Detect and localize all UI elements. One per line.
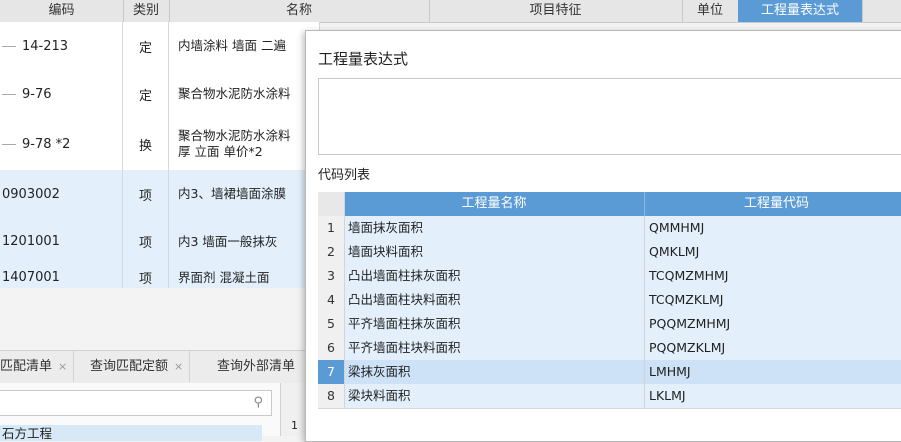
search-input[interactable]: ⚲ bbox=[0, 390, 272, 416]
quantity-code: PQQMZKLMJ bbox=[649, 340, 726, 355]
header-type[interactable]: 类别 bbox=[123, 0, 170, 22]
header-quantity-expression[interactable]: 工程量表达式 bbox=[738, 0, 863, 22]
tab-label: 查询匹配定额 bbox=[90, 359, 169, 374]
code-text: 9-76 bbox=[22, 86, 52, 102]
quantity-name: 墙面抹灰面积 bbox=[344, 216, 645, 240]
quantity-name: 平齐墙面柱抹灰面积 bbox=[344, 312, 645, 336]
cell-type[interactable]: 定 bbox=[123, 70, 169, 118]
header-quantity-code[interactable]: 工程量代码 bbox=[645, 192, 901, 216]
tab-match-bill[interactable]: 匹配清单 × bbox=[0, 351, 75, 382]
table-row[interactable]: 9-78 *2 换聚合物水泥防水涂料厚 立面 单价*2 bbox=[0, 118, 320, 171]
tree-line bbox=[2, 143, 16, 145]
row-number: 5 bbox=[318, 312, 345, 336]
quantity-expression-dialog: 工程量表达式 代码列表 工程量名称 工程量代码 1 墙面抹灰面积 QMMHMJ 2 墙面… bbox=[305, 30, 901, 442]
code-text: 9-78 *2 bbox=[22, 136, 71, 152]
header-unit[interactable]: 单位 bbox=[682, 0, 739, 22]
quantity-code: PQQMZMHMJ bbox=[649, 316, 731, 331]
row-number: 8 bbox=[318, 384, 345, 408]
name-line: 厚 立面 单价*2 bbox=[178, 144, 263, 159]
row-number: 7 bbox=[318, 360, 345, 384]
tab-label: 匹配清单 bbox=[0, 359, 53, 374]
quantity-code: LKLMJ bbox=[649, 388, 686, 403]
cell-type[interactable]: 项 bbox=[123, 218, 169, 265]
cell-type[interactable]: 项 bbox=[123, 265, 169, 290]
grid-header: 编码 类别 名称 项目特征 单位 工程量表达式 bbox=[0, 0, 901, 23]
header-quantity-name[interactable]: 工程量名称 bbox=[344, 192, 645, 216]
cell-name[interactable]: 内3、墙裙墙面涂膜 bbox=[169, 170, 320, 218]
row-number-header bbox=[318, 192, 345, 216]
header-feature[interactable]: 项目特征 bbox=[429, 0, 683, 22]
code-list-row[interactable]: 5 平齐墙面柱抹灰面积 PQQMZMHMJ bbox=[318, 312, 901, 337]
code-list-label: 代码列表 bbox=[318, 168, 371, 183]
grid-empty-area bbox=[0, 288, 310, 350]
code-list-row[interactable]: 4 凸出墙面柱块料面积 TCQMZKLMJ bbox=[318, 288, 901, 313]
row-number: 3 bbox=[318, 264, 345, 288]
code-list-row[interactable]: 7 梁抹灰面积 LMHMJ bbox=[318, 360, 901, 385]
quantity-code: QMKLMJ bbox=[649, 244, 700, 259]
row-number: 4 bbox=[318, 288, 345, 312]
cell-code[interactable]: 9-76 bbox=[0, 70, 123, 118]
table-row[interactable]: 0903002 项内3、墙裙墙面涂膜 bbox=[0, 170, 320, 219]
cell-name[interactable]: 内3 墙面一般抹灰 bbox=[169, 218, 320, 265]
quantity-name: 平齐墙面柱块料面积 bbox=[344, 336, 645, 360]
header-name[interactable]: 名称 bbox=[169, 0, 430, 22]
quantity-name: 梁抹灰面积 bbox=[344, 360, 645, 384]
row-number: 6 bbox=[318, 336, 345, 360]
code-list-row[interactable]: 1 墙面抹灰面积 QMMHMJ bbox=[318, 216, 901, 241]
quantity-code: QMMHMJ bbox=[649, 220, 705, 235]
cell-code[interactable]: 0903002 bbox=[0, 170, 123, 218]
tab-query-quota[interactable]: 查询匹配定额 × bbox=[84, 351, 191, 382]
dialog-title: 工程量表达式 bbox=[318, 50, 409, 68]
code-text: 1407001 bbox=[2, 270, 60, 285]
code-text: 0903002 bbox=[2, 186, 60, 202]
header-code[interactable]: 编码 bbox=[0, 0, 124, 22]
expression-input[interactable] bbox=[318, 78, 901, 155]
code-table-header: 工程量名称 工程量代码 bbox=[318, 192, 901, 216]
cell-name[interactable]: 聚合物水泥防水涂料厚 立面 单价*2 bbox=[169, 118, 320, 170]
tab-query-external-bill[interactable]: 查询外部清单 bbox=[211, 351, 301, 382]
table-row[interactable]: 14-213 定内墙涂料 墙面 二遍 bbox=[0, 22, 320, 71]
cell-name[interactable]: 界面剂 混凝土面 bbox=[169, 265, 320, 290]
cell-name[interactable]: 聚合物水泥防水涂料 bbox=[169, 70, 320, 118]
row-number: 2 bbox=[318, 240, 345, 264]
list-item[interactable]: 石方工程 bbox=[0, 425, 262, 441]
code-text: 14-213 bbox=[22, 38, 69, 54]
code-list-row[interactable]: 2 墙面块料面积 QMKLMJ bbox=[318, 240, 901, 265]
tree-line bbox=[2, 45, 16, 47]
cell-type[interactable]: 换 bbox=[123, 118, 169, 170]
quantity-name: 梁块料面积 bbox=[344, 384, 645, 408]
bottom-panel: ⚲ 石方工程 1 bbox=[0, 383, 310, 441]
quantity-code: LMHMJ bbox=[649, 364, 691, 379]
cell-type[interactable]: 项 bbox=[123, 170, 169, 218]
bottom-tab-bar: 匹配清单 × 查询匹配定额 × 查询外部清单 bbox=[0, 350, 310, 384]
quantity-name: 凸出墙面柱抹灰面积 bbox=[344, 264, 645, 288]
tree-line bbox=[2, 93, 16, 95]
quantity-name: 凸出墙面柱块料面积 bbox=[344, 288, 645, 312]
code-list-row[interactable]: 8 梁块料面积 LKLMJ bbox=[318, 384, 901, 409]
table-row[interactable]: 9-76 定聚合物水泥防水涂料 bbox=[0, 70, 320, 119]
cell-code[interactable]: 14-213 bbox=[0, 22, 123, 70]
row-number: 1 bbox=[318, 216, 345, 240]
row-number: 1 bbox=[291, 419, 298, 432]
cell-type[interactable]: 定 bbox=[123, 22, 169, 70]
tab-label: 查询外部清单 bbox=[217, 359, 296, 374]
search-icon[interactable]: ⚲ bbox=[253, 395, 263, 410]
table-row[interactable]: 1201001 项内3 墙面一般抹灰 bbox=[0, 218, 320, 266]
cell-code[interactable]: 1201001 bbox=[0, 218, 123, 265]
close-icon[interactable]: × bbox=[174, 360, 183, 373]
code-text: 1201001 bbox=[2, 234, 60, 249]
cell-code[interactable]: 9-78 *2 bbox=[0, 118, 123, 170]
name-line: 聚合物水泥防水涂料 bbox=[178, 128, 291, 143]
code-list-row[interactable]: 6 平齐墙面柱块料面积 PQQMZKLMJ bbox=[318, 336, 901, 361]
cell-code[interactable]: 1407001 bbox=[0, 265, 123, 290]
quantity-code: TCQMZMHMJ bbox=[649, 268, 729, 283]
cell-name[interactable]: 内墙涂料 墙面 二遍 bbox=[169, 22, 320, 70]
code-list-row[interactable]: 3 凸出墙面柱抹灰面积 TCQMZMHMJ bbox=[318, 264, 901, 289]
quantity-name: 墙面块料面积 bbox=[344, 240, 645, 264]
quantity-code: TCQMZKLMJ bbox=[649, 292, 724, 307]
close-icon[interactable]: × bbox=[58, 360, 67, 373]
